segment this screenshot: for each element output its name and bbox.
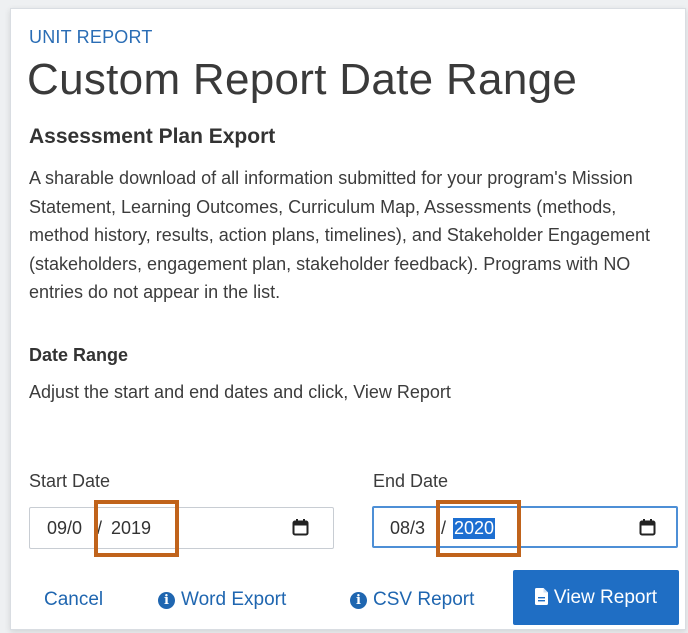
- cancel-button[interactable]: Cancel: [44, 589, 103, 611]
- end-date-input[interactable]: 08/3 / 2020: [372, 506, 678, 548]
- calendar-icon[interactable]: [639, 519, 656, 536]
- view-report-label: View Report: [553, 587, 658, 608]
- start-date-month-day[interactable]: 09/0: [47, 518, 82, 539]
- start-year-callout: [94, 500, 179, 557]
- page-title: Custom Report Date Range: [27, 55, 578, 104]
- start-date-input[interactable]: 09/0 / 2019: [29, 507, 334, 549]
- export-title: Assessment Plan Export: [29, 125, 276, 148]
- date-range-instruction: Adjust the start and end dates and click…: [29, 382, 451, 402]
- calendar-icon[interactable]: [292, 519, 309, 536]
- end-date-label: End Date: [373, 471, 449, 491]
- file-icon: [534, 588, 548, 605]
- unit-report-eyebrow: UNIT REPORT: [29, 27, 153, 47]
- end-year-callout: [436, 500, 521, 557]
- report-card: UNIT REPORT Custom Report Date Range Ass…: [10, 8, 686, 630]
- csv-report-button[interactable]: i CSV Report: [350, 589, 474, 611]
- csv-report-label: CSV Report: [373, 589, 475, 610]
- export-description: A sharable download of all information s…: [29, 168, 650, 302]
- start-date-label: Start Date: [29, 471, 111, 491]
- date-range-label: Date Range: [29, 345, 129, 365]
- view-report-button[interactable]: View Report: [513, 570, 679, 625]
- end-date-month-day[interactable]: 08/3: [390, 518, 425, 539]
- word-export-button[interactable]: i Word Export: [158, 589, 286, 611]
- word-export-label: Word Export: [181, 589, 287, 610]
- info-icon: i: [350, 592, 367, 609]
- info-icon: i: [158, 592, 175, 609]
